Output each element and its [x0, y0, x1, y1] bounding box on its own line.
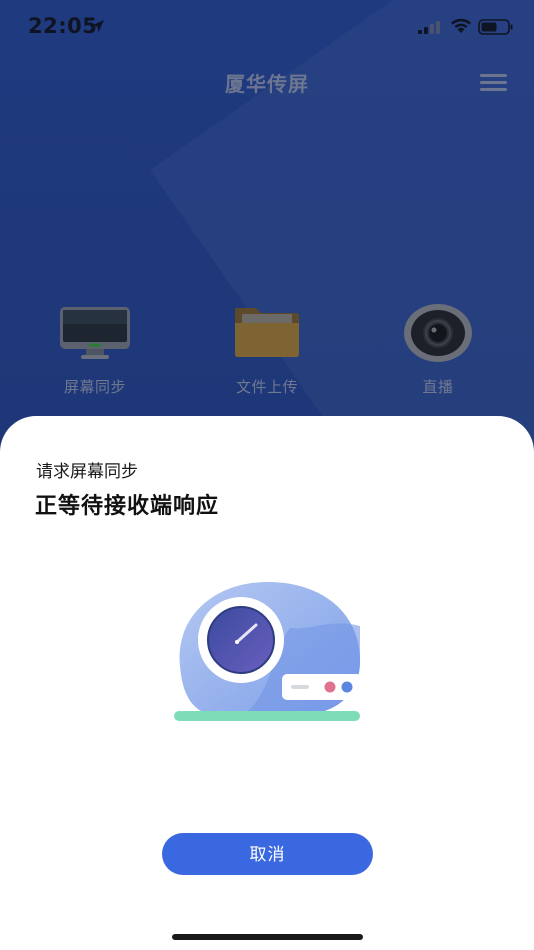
menu-button[interactable] [480, 72, 507, 92]
cancel-button[interactable]: 取消 [162, 833, 373, 875]
dialog-subtitle: 请求屏幕同步 [36, 462, 138, 482]
cellular-signal-icon [418, 21, 440, 34]
feature-live[interactable]: 直播 [378, 300, 498, 397]
feature-label-file-upload: 文件上传 [235, 378, 298, 396]
page-title: 厦华传屏 [225, 72, 309, 96]
home-indicator [172, 934, 363, 940]
status-bar: 22:05 [0, 0, 534, 54]
waiting-device-illustration [174, 582, 362, 721]
location-arrow-icon [92, 20, 104, 32]
folder-icon [235, 308, 299, 357]
hamburger-menu-icon [480, 74, 507, 77]
feature-screen-sync[interactable]: 屏幕同步 [35, 300, 155, 397]
wifi-icon [451, 18, 471, 33]
status-time: 22:05 [28, 14, 98, 38]
feature-label-screen-sync: 屏幕同步 [63, 378, 126, 396]
feature-file-upload[interactable]: 文件上传 [207, 300, 327, 397]
monitor-icon [60, 307, 130, 359]
battery-icon [478, 19, 513, 35]
dialog-title: 正等待接收端响应 [35, 494, 220, 519]
camera-icon [404, 304, 472, 362]
feature-label-live: 直播 [422, 378, 454, 396]
waiting-dialog-sheet: 请求屏幕同步 正等待接收端响应 取消 [0, 416, 534, 950]
